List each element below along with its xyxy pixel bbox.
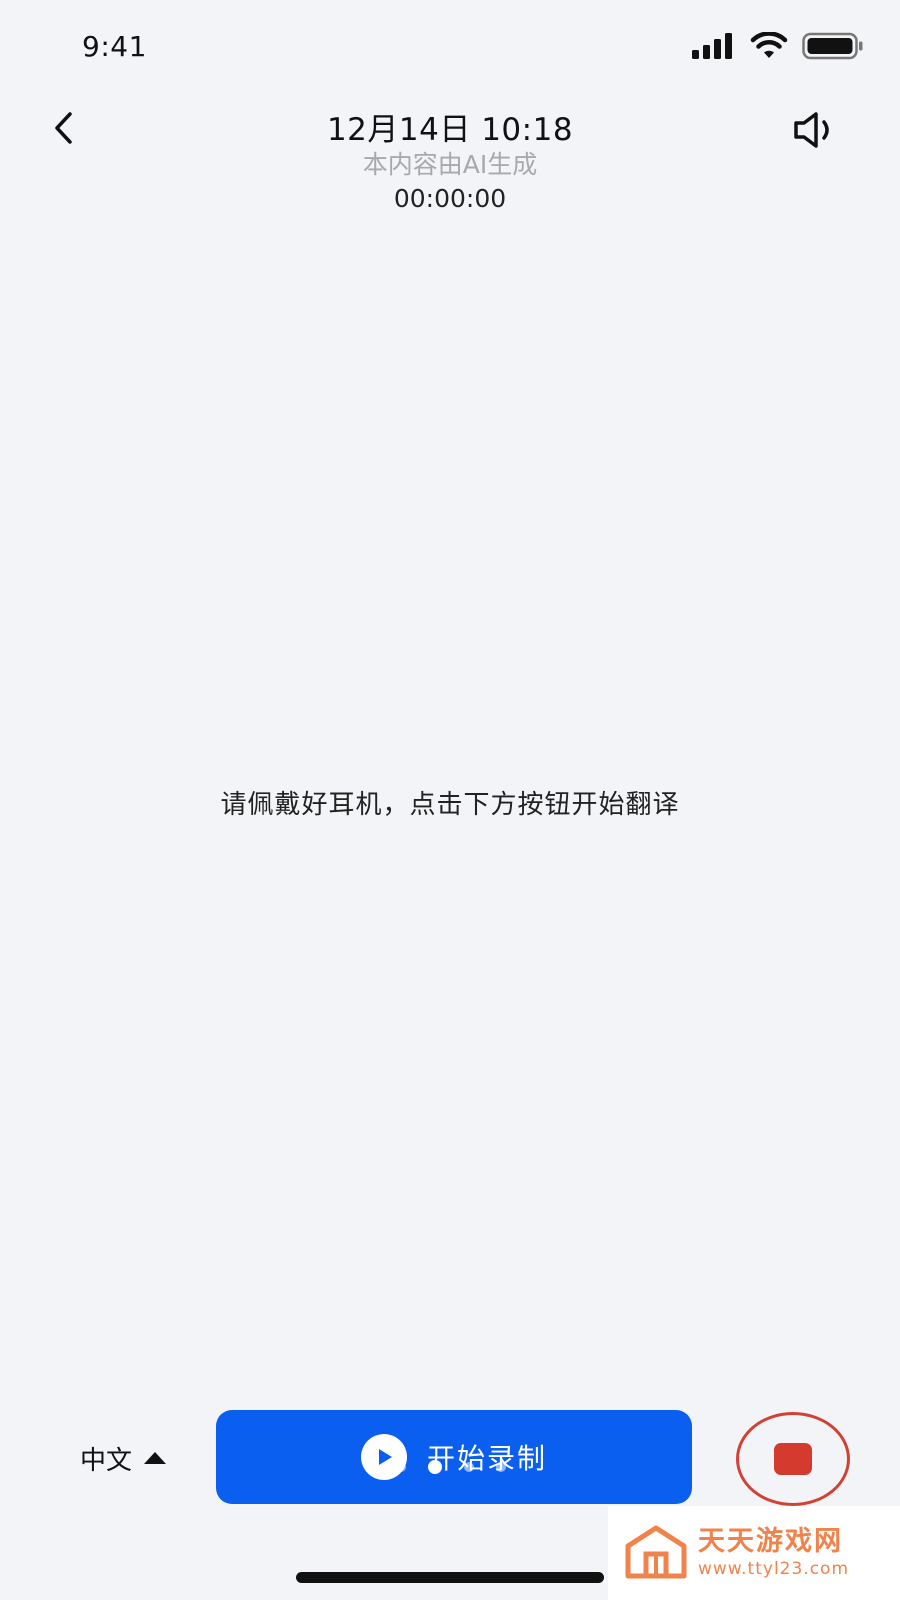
session-header: 12月14日 10:18 本内容由AI生成 00:00:00 <box>150 110 750 216</box>
speaker-button[interactable] <box>788 104 840 156</box>
status-icons <box>692 32 864 60</box>
loading-dot <box>496 1462 506 1472</box>
recording-duration: 00:00:00 <box>393 184 507 213</box>
home-indicator[interactable] <box>296 1572 604 1583</box>
watermark-url: www.ttyl23.com <box>698 1559 850 1579</box>
status-time: 9:41 <box>82 30 147 63</box>
loading-dots <box>396 1460 506 1474</box>
back-button[interactable] <box>40 104 88 152</box>
stop-square-icon <box>774 1443 812 1475</box>
session-date-time: 12月14日 10:18 <box>326 112 574 148</box>
loading-dot <box>396 1462 406 1472</box>
watermark-logo-icon <box>625 1525 687 1579</box>
watermark-text: 天天游戏网 www.ttyl23.com <box>698 1526 849 1580</box>
wifi-icon <box>750 32 788 58</box>
stop-button[interactable] <box>736 1412 850 1506</box>
instruction-text: 请佩戴好耳机，点击下方按钮开始翻译 <box>220 790 680 820</box>
language-label: 中文 <box>80 1446 133 1476</box>
watermark-name: 天天游戏网 <box>698 1526 843 1557</box>
battery-icon <box>802 32 863 60</box>
speaker-icon <box>794 112 829 148</box>
loading-dot <box>428 1460 442 1474</box>
watermark: 天天游戏网 www.ttyl23.com <box>608 1506 900 1600</box>
loading-dot <box>464 1462 474 1472</box>
language-selector[interactable]: 中文 <box>80 1440 167 1477</box>
translation-screen: 9:41 12月14日 10:18 本内容由AI生成 00:00:00 请佩戴好… <box>0 0 900 1600</box>
signal-icon <box>692 33 732 59</box>
caret-up-icon <box>144 1451 167 1464</box>
ai-generated-notice: 本内容由AI生成 <box>362 150 538 179</box>
status-bar: 9:41 <box>0 0 900 100</box>
start-recording-button[interactable]: 开始录制 <box>216 1410 692 1504</box>
back-chevron-icon <box>55 112 72 144</box>
